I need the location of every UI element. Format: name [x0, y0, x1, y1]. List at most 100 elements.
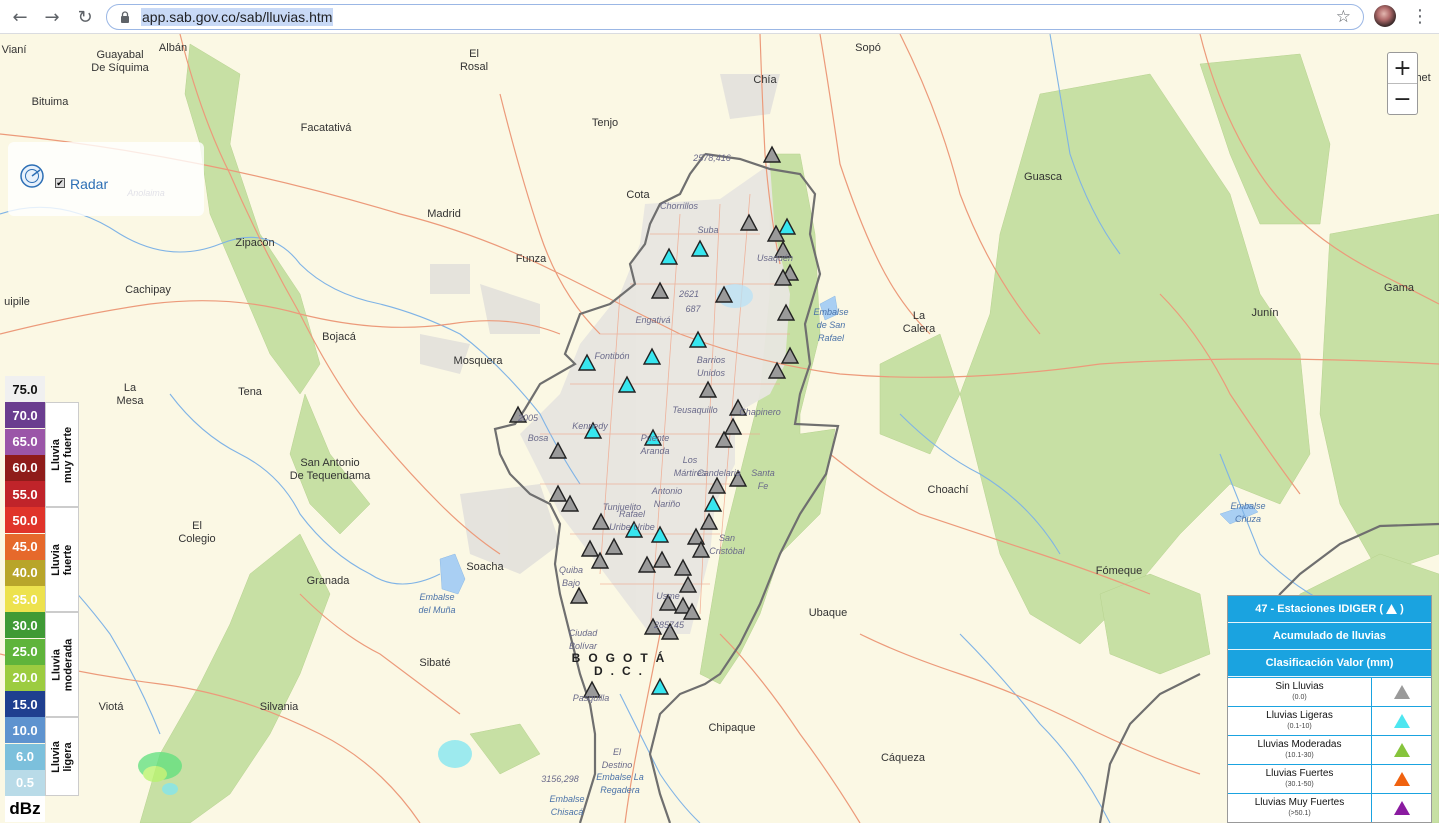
- menu-kebab-icon[interactable]: ⋮: [1411, 6, 1429, 27]
- place-label: Fontibón: [594, 351, 630, 361]
- place-label: Junín: [1251, 307, 1279, 319]
- place-label: Facatativá: [300, 122, 352, 134]
- place-label: Barrios Unidos: [696, 355, 726, 378]
- place-label: 687: [685, 304, 701, 314]
- reload-icon[interactable]: ↻: [73, 5, 97, 29]
- dbz-level: 50.0: [5, 507, 45, 534]
- place-label: 285745: [653, 620, 685, 630]
- zoom-out-button[interactable]: −: [1388, 83, 1417, 114]
- dbz-level: 45.0: [5, 533, 45, 560]
- place-label: Cota: [626, 189, 650, 201]
- classification-row: Sin Lluvias (0.0): [1228, 677, 1431, 706]
- arrow-right-icon[interactable]: →: [40, 5, 64, 29]
- place-label: Mosquera: [453, 355, 503, 367]
- dbz-level: 40.0: [5, 559, 45, 586]
- place-label: Funza: [515, 253, 547, 265]
- place-label: Quiba Bajo: [558, 565, 584, 588]
- dbz-level: 60.0: [5, 454, 45, 481]
- place-label: 2621: [678, 289, 700, 299]
- place-label: 3156,298: [541, 774, 579, 784]
- dbz-category: Lluvia fuerte: [45, 507, 79, 612]
- place-label: Kennedy: [572, 421, 608, 431]
- place-label: San Antonio De Tequendama: [289, 457, 371, 482]
- place-label: Pasquilla: [572, 693, 610, 703]
- place-label: BOGOTÁ D.C.: [571, 651, 673, 678]
- place-label: Chipaque: [708, 722, 756, 734]
- dbz-unit-label: dBz: [5, 796, 45, 822]
- place-label: Cáqueza: [880, 752, 926, 764]
- dbz-category: Lluvia muy fuerte: [45, 402, 79, 507]
- dbz-level: 20.0: [5, 664, 45, 691]
- place-label: Candelaria: [697, 468, 741, 478]
- place-label: El Colegio: [178, 520, 216, 545]
- radar-icon[interactable]: [20, 164, 44, 188]
- classification-label: Lluvias Ligeras (0.1-10): [1228, 707, 1372, 735]
- place-label: Chapinero: [739, 407, 781, 417]
- classification-row: Lluvias Ligeras (0.1-10): [1228, 706, 1431, 735]
- place-label: Embalse de San Rafael: [813, 307, 849, 343]
- place-label: El Destino: [601, 747, 633, 770]
- dbz-level: 55.0: [5, 481, 45, 507]
- classification-triangle-icon: [1372, 707, 1431, 735]
- place-label: Soacha: [466, 561, 504, 573]
- place-label: San Cristóbal: [709, 533, 745, 556]
- place-label: Zipacón: [235, 237, 275, 249]
- browser-toolbar: ← → ↻ app.sab.gov.co/sab/lluvias.htm ☆ ⋮: [0, 0, 1439, 34]
- classification-triangle-icon: [1372, 765, 1431, 793]
- place-label: Puente Aranda: [640, 433, 670, 456]
- place-label: Granada: [306, 575, 350, 587]
- map-canvas[interactable]: Vianí Albán Guayabal De Síquima El Rosal Sopó C…: [0, 34, 1439, 823]
- zoom-control: + −: [1387, 52, 1418, 115]
- place-label: Chorrillos: [659, 201, 699, 211]
- dbz-level: 65.0: [5, 428, 45, 455]
- place-label: 2005: [517, 413, 539, 423]
- radar-checkbox[interactable]: ✔: [55, 178, 65, 188]
- place-label: La Calera: [902, 310, 936, 335]
- dbz-level: 75.0: [5, 376, 45, 402]
- classification-triangle-icon: [1372, 736, 1431, 764]
- place-label: Chía: [753, 74, 777, 86]
- place-label: Ciudad Bolívar: [568, 628, 598, 651]
- dbz-level: 30.0: [5, 612, 45, 639]
- place-label: Albán: [158, 42, 188, 54]
- url-text[interactable]: app.sab.gov.co/sab/lluvias.htm: [141, 8, 334, 26]
- place-label: Antonio Nariño: [651, 486, 683, 509]
- place-label: El Rosal: [459, 48, 489, 73]
- dbz-category: Lluvia moderada: [45, 612, 79, 717]
- classification-rows: Sin Lluvias (0.0) Lluvias Ligeras (0.1-1…: [1228, 677, 1431, 822]
- arrow-left-icon[interactable]: ←: [8, 5, 32, 29]
- accumulated-rain-header: Acumulado de lluvias: [1228, 623, 1431, 650]
- place-label: Usme: [656, 591, 680, 601]
- stations-count-header: 47 - Estaciones IDIGER ( ): [1228, 596, 1431, 623]
- dbz-level: 25.0: [5, 638, 45, 665]
- lock-icon: [121, 11, 129, 23]
- dbz-level: 15.0: [5, 691, 45, 717]
- place-label: Gama: [1384, 282, 1414, 294]
- address-bar[interactable]: app.sab.gov.co/sab/lluvias.htm ☆: [106, 4, 1364, 30]
- dbz-level: 0.5: [5, 769, 45, 796]
- radar-label: Radar: [70, 176, 109, 192]
- place-label: Tenjo: [591, 117, 619, 129]
- place-label: Embalse Chuza: [1230, 501, 1266, 524]
- place-label: Guayabal De Síquima: [91, 49, 149, 74]
- profile-avatar[interactable]: [1374, 5, 1396, 27]
- place-label: Bojacá: [322, 331, 356, 343]
- classification-label: Lluvias Muy Fuertes (>50.1): [1228, 794, 1372, 822]
- place-label: Tena: [238, 386, 262, 398]
- place-label: Fómeque: [1095, 565, 1143, 577]
- place-label: Silvania: [259, 701, 299, 713]
- place-label: Embalse del Muña: [418, 592, 456, 615]
- place-label: Rafael Uribe Uribe: [609, 509, 655, 532]
- dbz-level: 35.0: [5, 586, 45, 612]
- classification-triangle-icon: [1372, 678, 1431, 706]
- place-label: Guasca: [1024, 171, 1062, 183]
- place-label: Cachipay: [125, 284, 171, 296]
- place-label: Engativá: [635, 315, 671, 325]
- place-label: Vianí: [1, 44, 27, 56]
- place-label: Bituima: [31, 96, 69, 108]
- dbz-category: Lluvia ligera: [45, 717, 79, 796]
- zoom-in-button[interactable]: +: [1388, 53, 1417, 83]
- classification-label: Lluvias Fuertes (30.1-50): [1228, 765, 1372, 793]
- bookmark-star-icon[interactable]: ☆: [1336, 7, 1351, 27]
- classification-label: Lluvias Moderadas (10.1-30): [1228, 736, 1372, 764]
